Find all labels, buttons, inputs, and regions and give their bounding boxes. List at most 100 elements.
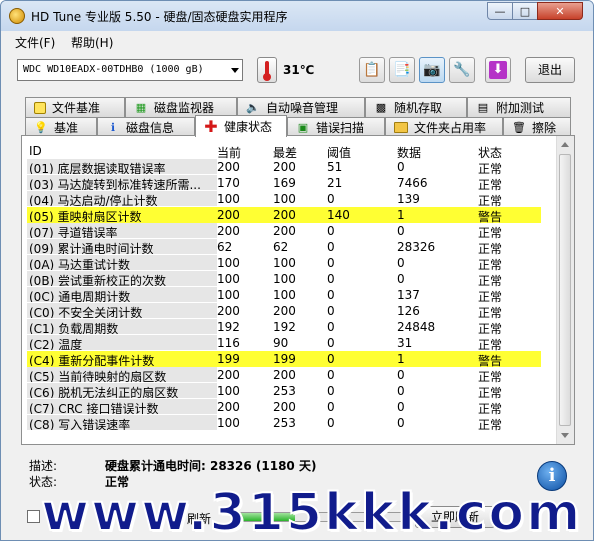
minimize-button[interactable]: — xyxy=(487,2,513,20)
worst-value: 100 xyxy=(273,288,296,302)
auto-refresh-checkbox[interactable] xyxy=(27,510,40,523)
tab-extra-tests[interactable]: ▤ 附加测试 xyxy=(467,97,571,117)
threshold-value: 0 xyxy=(327,400,335,414)
attribute-name: (0A) 马达重试计数 xyxy=(27,255,217,270)
tab-random-access[interactable]: ▩ 随机存取 xyxy=(365,97,467,117)
raw-data-value: 0 xyxy=(397,256,405,270)
worst-value: 200 xyxy=(273,304,296,318)
thermometer-icon xyxy=(257,57,277,83)
disk-monitor-icon: ▦ xyxy=(135,101,147,114)
current-value: 100 xyxy=(217,272,240,286)
table-row[interactable]: (01) 底层数据读取错误率 200 200 51 0 正常 xyxy=(27,159,541,176)
save-button[interactable]: ⬇ xyxy=(485,57,511,83)
description-value: 硬盘累计通电时间: 28326 (1180 天) xyxy=(105,459,317,473)
copy-all-button[interactable]: 📑 xyxy=(389,57,415,83)
raw-data-value: 137 xyxy=(397,288,420,302)
screenshot-button[interactable]: 📷 xyxy=(419,57,445,83)
tab-error-scan[interactable]: ▣ 错误扫描 xyxy=(287,117,385,137)
table-row[interactable]: (C4) 重新分配事件计数 199 199 0 1 警告 xyxy=(27,351,541,368)
table-row[interactable]: (C7) CRC 接口错误计数 200 200 0 0 正常 xyxy=(27,399,541,416)
table-row[interactable]: (C0) 不安全关闭计数 200 200 0 126 正常 xyxy=(27,303,541,320)
table-row[interactable]: (05) 重映射扇区计数 200 200 140 1 警告 xyxy=(27,207,541,224)
attribute-name: (C1) 负载周期数 xyxy=(27,319,217,334)
worst-value: 62 xyxy=(273,240,289,254)
table-row[interactable]: (0B) 尝试重新校正的次数 100 100 0 0 正常 xyxy=(27,271,541,288)
current-value: 200 xyxy=(217,224,240,238)
attribute-name: (C7) CRC 接口错误计数 xyxy=(27,399,217,414)
tab-aam[interactable]: 🔈 自动噪音管理 xyxy=(237,97,365,117)
tab-disk-monitor[interactable]: ▦ 磁盘监视器 xyxy=(125,97,237,117)
vertical-scrollbar[interactable] xyxy=(556,136,574,444)
benchmark-icon: 💡 xyxy=(34,121,48,134)
copy-text-button[interactable]: 📋 xyxy=(359,57,385,83)
current-value: 200 xyxy=(217,304,240,318)
current-value: 192 xyxy=(217,320,240,334)
current-value: 100 xyxy=(217,192,240,206)
table-row[interactable]: (C2) 温度 116 90 0 31 正常 xyxy=(27,335,541,352)
temperature-readout: 31℃ xyxy=(283,63,315,77)
table-row[interactable]: (07) 寻道错误率 200 200 0 0 正常 xyxy=(27,223,541,240)
worst-value: 199 xyxy=(273,352,296,366)
scroll-down-arrow-icon[interactable] xyxy=(561,433,569,438)
raw-data-value: 24848 xyxy=(397,320,436,334)
raw-data-value: 0 xyxy=(397,384,405,398)
threshold-value: 21 xyxy=(327,176,343,190)
drive-select[interactable]: WDC WD10EADX-00TDHB0 (1000 gB) xyxy=(17,59,243,81)
tab-disk-info[interactable]: ℹ 磁盘信息 xyxy=(97,117,195,137)
table-row[interactable]: (0A) 马达重试计数 100 100 0 0 正常 xyxy=(27,255,541,272)
threshold-value: 51 xyxy=(327,160,343,174)
table-row[interactable]: (C6) 脱机无法纠正的扇区数 100 253 0 0 正常 xyxy=(27,383,541,400)
table-row[interactable]: (C1) 负载周期数 192 192 0 24848 正常 xyxy=(27,319,541,336)
table-row[interactable]: (C8) 写入错误速率 100 253 0 0 正常 xyxy=(27,415,541,432)
wrench-icon: 🔧 xyxy=(453,62,471,78)
attribute-name: (09) 累计通电时间计数 xyxy=(27,239,217,254)
tab-health[interactable]: ✚ 健康状态 xyxy=(195,115,287,137)
attribute-name: (04) 马达启动/停止计数 xyxy=(27,191,217,206)
scroll-thumb[interactable] xyxy=(559,154,571,426)
table-row[interactable]: (0C) 通电周期计数 100 100 0 137 正常 xyxy=(27,287,541,304)
description-label: 描述: xyxy=(29,459,58,473)
speaker-icon: 🔈 xyxy=(246,101,260,114)
menu-help[interactable]: 帮助(H) xyxy=(71,34,113,51)
threshold-value: 0 xyxy=(327,384,335,398)
tab-erase[interactable]: 🗑 擦除 xyxy=(503,117,571,137)
tab-file-benchmark[interactable]: 文件基准 xyxy=(25,97,125,117)
title-bar: HD Tune 专业版 5.50 - 硬盘/固态硬盘实用程序 — □ ✕ xyxy=(1,1,593,31)
close-button[interactable]: ✕ xyxy=(537,2,583,20)
current-value: 199 xyxy=(217,352,240,366)
raw-data-value: 0 xyxy=(397,272,405,286)
tab-folder-usage[interactable]: 文件夹占用率 xyxy=(385,117,503,137)
threshold-value: 0 xyxy=(327,192,335,206)
current-value: 100 xyxy=(217,256,240,270)
table-row[interactable]: (03) 马达旋转到标准转速所需... 170 169 21 7466 正常 xyxy=(27,175,541,192)
menu-file[interactable]: 文件(F) xyxy=(15,34,55,51)
attribute-name: (0B) 尝试重新校正的次数 xyxy=(27,271,217,286)
exit-button[interactable]: 退出 xyxy=(525,57,575,83)
worst-value: 200 xyxy=(273,208,296,222)
raw-data-value: 0 xyxy=(397,368,405,382)
raw-data-value: 126 xyxy=(397,304,420,318)
current-value: 62 xyxy=(217,240,233,254)
watermark-text: www.315kkk.com xyxy=(40,482,583,541)
current-value: 200 xyxy=(217,160,240,174)
copy-all-icon: 📑 xyxy=(393,62,411,78)
attribute-name: (C6) 脱机无法纠正的扇区数 xyxy=(27,383,217,398)
raw-data-value: 1 xyxy=(397,352,405,366)
column-header-id: ID xyxy=(29,144,42,158)
attribute-name: (01) 底层数据读取错误率 xyxy=(27,159,217,174)
health-panel: ID 当前 最差 阈值 数据 状态 (01) 底层数据读取错误率 200 200 51… xyxy=(21,135,575,445)
scroll-up-arrow-icon[interactable] xyxy=(561,142,569,147)
table-header: ID 当前 最差 阈值 数据 状态 xyxy=(27,143,541,160)
worst-value: 100 xyxy=(273,256,296,270)
raw-data-value: 0 xyxy=(397,160,405,174)
folder-icon xyxy=(394,122,408,133)
table-row[interactable]: (09) 累计通电时间计数 62 62 0 28326 正常 xyxy=(27,239,541,256)
tab-benchmark[interactable]: 💡 基准 xyxy=(25,117,97,137)
table-row[interactable]: (C5) 当前待映射的扇区数 200 200 0 0 正常 xyxy=(27,367,541,384)
table-row[interactable]: (04) 马达启动/停止计数 100 100 0 139 正常 xyxy=(27,191,541,208)
maximize-button[interactable]: □ xyxy=(512,2,538,20)
current-value: 100 xyxy=(217,288,240,302)
options-button[interactable]: 🔧 xyxy=(449,57,475,83)
threshold-value: 0 xyxy=(327,304,335,318)
threshold-value: 0 xyxy=(327,288,335,302)
